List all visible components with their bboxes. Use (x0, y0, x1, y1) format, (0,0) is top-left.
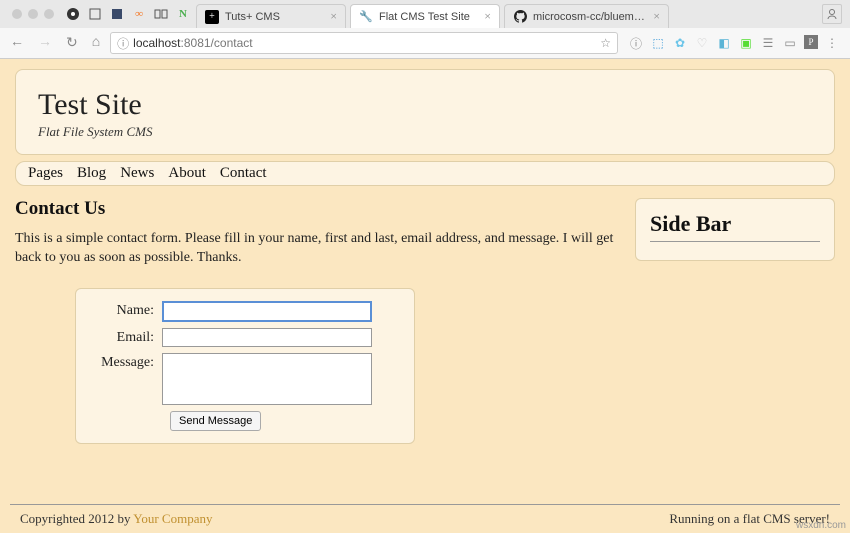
ext-icon-4[interactable]: ♡ (694, 35, 710, 51)
app-icon-4[interactable]: ∞ (131, 6, 147, 22)
home-button[interactable]: ⌂ (88, 35, 104, 51)
url-host: localhost (133, 36, 180, 50)
ext-icon-3[interactable]: ✿ (672, 35, 688, 51)
user-icon (826, 8, 838, 20)
name-input[interactable] (162, 301, 372, 322)
send-message-button[interactable]: Send Message (170, 411, 261, 431)
browser-tab-2[interactable]: 🔧 Flat CMS Test Site × (350, 4, 500, 28)
forward-button[interactable]: → (34, 35, 56, 51)
page-description: This is a simple contact form. Please fi… (15, 230, 617, 268)
url-input[interactable]: ⓘ localhost:8081/contact ☆ (110, 32, 618, 54)
sidebar-box: Side Bar (635, 198, 835, 261)
window-minimize-icon[interactable] (28, 9, 38, 19)
email-input[interactable] (162, 328, 372, 347)
tab-bar: ∞ N + Tuts+ CMS × 🔧 Flat CMS Test Site ×… (0, 0, 850, 28)
app-icon-3[interactable] (109, 6, 125, 22)
copyright-text: Copyrighted 2012 by (20, 511, 133, 526)
site-footer: Copyrighted 2012 by Your Company Running… (10, 504, 840, 533)
main-column: Contact Us This is a simple contact form… (15, 198, 617, 444)
tab-title: Tuts+ CMS (225, 11, 324, 23)
browser-chrome: ∞ N + Tuts+ CMS × 🔧 Flat CMS Test Site ×… (0, 0, 850, 59)
watermark: wsxdn.com (796, 520, 846, 531)
tab-title: microcosm-cc/bluemonday: b (533, 11, 647, 23)
address-bar: ← → ↻ ⌂ ⓘ localhost:8081/contact ☆ ⓘ ⬚ ✿… (0, 28, 850, 58)
company-link[interactable]: Your Company (133, 511, 212, 526)
page-heading: Contact Us (15, 198, 617, 220)
window-maximize-icon[interactable] (44, 9, 54, 19)
app-icon-6[interactable]: N (175, 6, 191, 22)
site-header: Test Site Flat File System CMS (15, 69, 835, 155)
app-icon-5[interactable] (153, 6, 169, 22)
main-nav: Pages Blog News About Contact (15, 161, 835, 186)
nav-item-news[interactable]: News (120, 165, 154, 182)
nav-item-about[interactable]: About (168, 165, 206, 182)
name-label: Name: (92, 301, 162, 319)
window-close-icon[interactable] (12, 9, 22, 19)
bookmark-star-icon[interactable]: ☆ (600, 36, 611, 50)
nav-item-blog[interactable]: Blog (77, 165, 106, 182)
sidebar-title: Side Bar (650, 211, 820, 242)
window-controls (4, 9, 62, 19)
ext-icon-2[interactable]: ⬚ (650, 35, 666, 51)
extension-icons: ⓘ ⬚ ✿ ♡ ◧ ▣ ☰ ▭ P ⋮ (624, 35, 844, 51)
message-input[interactable] (162, 353, 372, 405)
sidebar-column: Side Bar (635, 198, 835, 444)
plus-icon: + (205, 10, 219, 24)
tab-title: Flat CMS Test Site (379, 11, 478, 23)
ext-icon-6[interactable]: ▣ (738, 35, 754, 51)
tab-close-icon[interactable]: × (484, 9, 491, 24)
tab-close-icon[interactable]: × (330, 9, 337, 24)
reload-button[interactable]: ↻ (62, 35, 82, 52)
footer-left: Copyrighted 2012 by Your Company (20, 511, 212, 527)
user-menu-button[interactable] (822, 4, 842, 24)
browser-tab-1[interactable]: + Tuts+ CMS × (196, 4, 346, 28)
ext-icon-7[interactable]: ☰ (760, 35, 776, 51)
info-icon[interactable]: ⓘ (117, 35, 129, 52)
nav-item-contact[interactable]: Contact (220, 165, 267, 182)
ext-icon-9[interactable]: P (804, 35, 818, 49)
site-subtitle: Flat File System CMS (38, 124, 812, 140)
back-button[interactable]: ← (6, 35, 28, 51)
github-icon (513, 10, 527, 24)
email-label: Email: (92, 328, 162, 346)
ext-icon-8[interactable]: ▭ (782, 35, 798, 51)
browser-tab-3[interactable]: microcosm-cc/bluemonday: b × (504, 4, 669, 28)
menu-icon[interactable]: ⋮ (824, 35, 840, 51)
site-title: Test Site (38, 88, 812, 122)
message-label: Message: (92, 353, 162, 371)
app-icon-2[interactable] (87, 6, 103, 22)
ext-icon-1[interactable]: ⓘ (628, 35, 644, 51)
tab-close-icon[interactable]: × (653, 9, 660, 24)
nav-item-pages[interactable]: Pages (28, 165, 63, 182)
wrench-icon: 🔧 (359, 10, 373, 24)
app-icon-1[interactable] (65, 6, 81, 22)
contact-form: Name: Email: Message: Send Message (75, 288, 415, 444)
ext-icon-5[interactable]: ◧ (716, 35, 732, 51)
page-content: Test Site Flat File System CMS Pages Blo… (0, 59, 850, 533)
url-path: :8081/contact (181, 36, 253, 50)
